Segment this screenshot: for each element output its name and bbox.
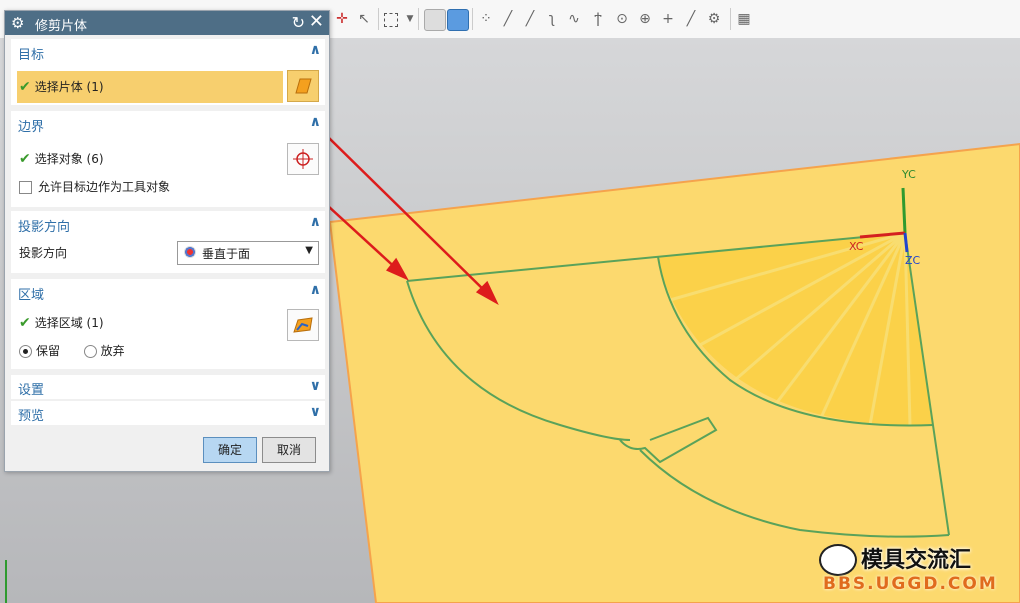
expand-icon[interactable]: ∨ — [310, 378, 321, 394]
allow-target-edge-label: 允许目标边作为工具对象 — [38, 180, 171, 194]
collapse-icon[interactable]: ∧ — [310, 114, 321, 130]
trim-sheet-dialog: ⚙ 修剪片体 ↻ ✕ 目标 ∧ ✔ 选择片体 (1) 边界 ∧ ✔ 选择对象 (6)… — [4, 10, 330, 472]
projection-section: 投影方向 ∧ 投影方向 垂直于面 ▼ — [11, 211, 325, 273]
normal-to-face-icon — [184, 246, 196, 258]
target-header[interactable]: 目标 ∧ — [11, 39, 325, 65]
preview-section[interactable]: 预览 ∨ — [11, 401, 325, 425]
preview-header-label: 预览 — [18, 409, 45, 424]
yc-label: YC — [902, 168, 916, 181]
preview-header[interactable]: 预览 ∨ — [11, 401, 325, 425]
region-header-label: 区域 — [18, 288, 45, 303]
discard-radio[interactable] — [83, 345, 97, 358]
select-body-item[interactable]: ✔ 选择片体 (1) — [19, 75, 104, 99]
collapse-icon[interactable]: ∧ — [310, 42, 321, 58]
watermark-brand: 模具交流汇 — [861, 548, 972, 573]
region-icon — [293, 317, 313, 333]
crosshair-icon — [293, 149, 313, 169]
projection-header[interactable]: 投影方向 ∧ — [11, 211, 325, 237]
allow-target-edge-item[interactable]: 允许目标边作为工具对象 — [19, 175, 170, 199]
dialog-titlebar[interactable]: ⚙ 修剪片体 ↻ ✕ — [5, 11, 329, 35]
select-object-label: 选择对象 (6) — [34, 152, 104, 166]
region-option-row: 保留 放弃 — [19, 339, 125, 363]
cancel-button[interactable]: 取消 — [262, 437, 316, 463]
discard-label[interactable]: 放弃 — [101, 344, 125, 358]
collapse-icon[interactable]: ∧ — [310, 214, 321, 230]
region-section: 区域 ∧ ✔ 选择区域 (1) 保留 放弃 — [11, 279, 325, 369]
checkmark-icon: ✔ — [19, 151, 31, 167]
yc-axis — [901, 187, 907, 234]
select-region-label: 选择区域 (1) — [34, 316, 104, 330]
close-icon[interactable]: ✕ — [309, 12, 324, 32]
xc-label: XC — [849, 240, 864, 253]
projection-value: 垂直于面 — [202, 247, 251, 261]
boundary-section: 边界 ∧ ✔ 选择对象 (6) 允许目标边作为工具对象 — [11, 111, 325, 207]
projection-select[interactable]: 垂直于面 ▼ — [177, 241, 319, 265]
watermark-url: BBS.UGGD.COM — [823, 574, 998, 594]
boundary-header[interactable]: 边界 ∧ — [11, 111, 325, 137]
checkmark-icon: ✔ — [19, 315, 31, 331]
gear-icon[interactable]: ⚙ — [11, 14, 24, 32]
chat-bubble-icon — [819, 544, 857, 576]
region-header[interactable]: 区域 ∧ — [11, 279, 325, 305]
select-object-item[interactable]: ✔ 选择对象 (6) — [19, 147, 104, 171]
allow-target-edge-checkbox[interactable] — [19, 181, 32, 194]
region-button[interactable] — [287, 309, 319, 341]
target-header-label: 目标 — [18, 48, 45, 63]
watermark: 模具交流汇 BBS.UGGD.COM — [815, 538, 1015, 600]
sheet-body-button[interactable] — [287, 70, 319, 102]
keep-radio[interactable] — [19, 345, 32, 358]
projection-label: 投影方向 — [19, 246, 68, 260]
checkmark-icon: ✔ — [19, 79, 31, 95]
settings-section[interactable]: 设置 ∨ — [11, 375, 325, 399]
reset-icon[interactable]: ↻ — [292, 13, 305, 33]
zc-axis — [903, 232, 909, 253]
select-body-label: 选择片体 (1) — [34, 80, 104, 94]
crosshair-button[interactable] — [287, 143, 319, 175]
sheet-body-icon — [295, 78, 312, 94]
projection-header-label: 投影方向 — [18, 220, 71, 235]
keep-label[interactable]: 保留 — [36, 344, 60, 358]
collapse-icon[interactable]: ∧ — [310, 282, 321, 298]
settings-header-label: 设置 — [18, 383, 45, 398]
chevron-down-icon: ▼ — [305, 245, 313, 256]
target-section: 目标 ∧ ✔ 选择片体 (1) — [11, 39, 325, 105]
select-region-item[interactable]: ✔ 选择区域 (1) — [19, 311, 104, 335]
expand-icon[interactable]: ∨ — [310, 404, 321, 420]
ok-button[interactable]: 确定 — [203, 437, 257, 463]
zc-label: ZC — [905, 254, 921, 267]
boundary-header-label: 边界 — [18, 120, 45, 135]
dialog-title: 修剪片体 — [35, 19, 88, 34]
settings-header[interactable]: 设置 ∨ — [11, 375, 325, 399]
